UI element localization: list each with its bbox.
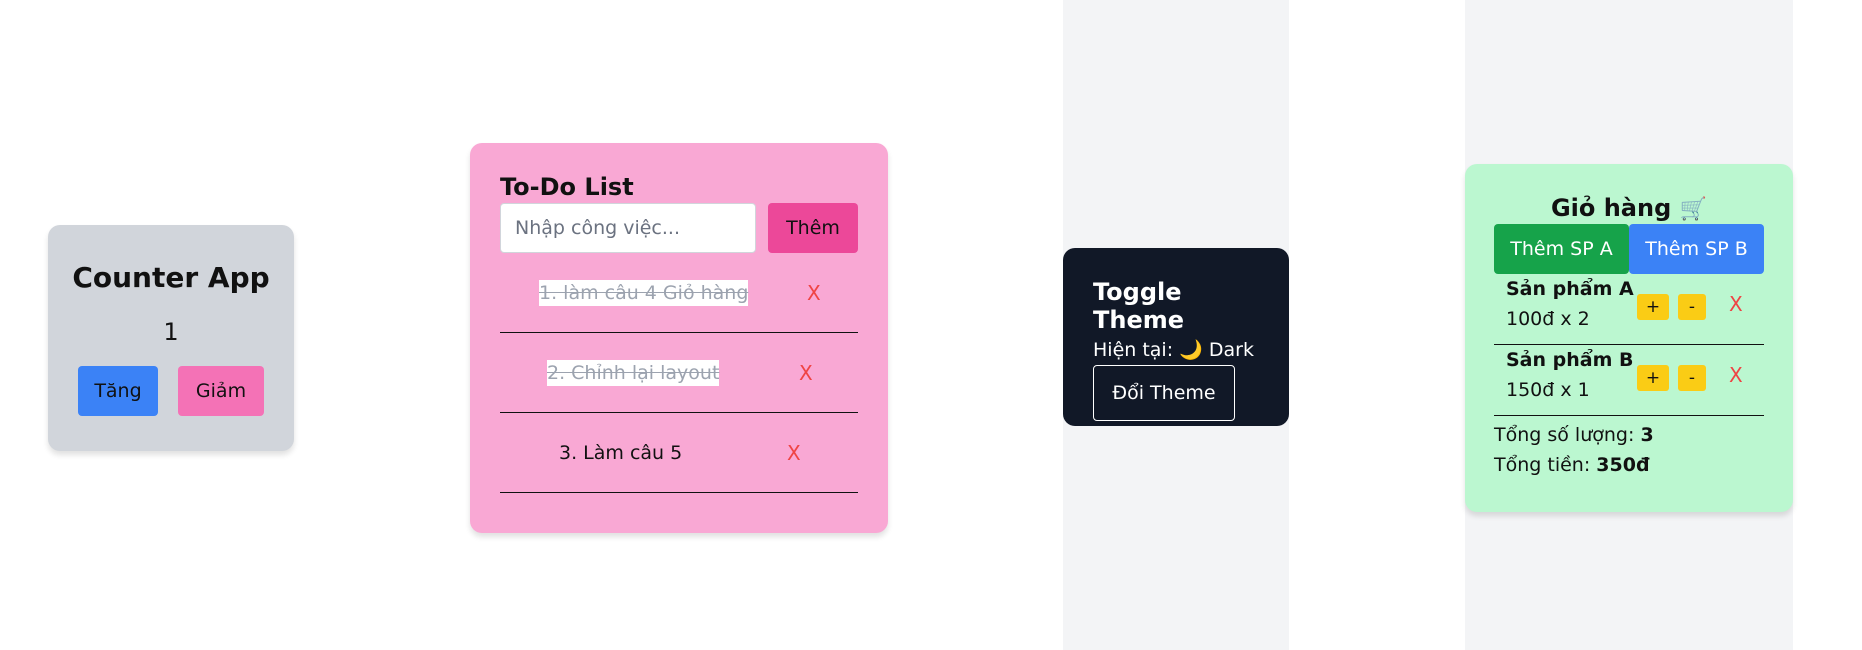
counter-title: Counter App [72,261,270,294]
remove-item-button[interactable]: X [1729,292,1743,316]
increase-button[interactable]: Tăng [78,366,158,416]
current-theme-value: Dark [1208,339,1254,361]
decrease-qty-button[interactable]: - [1678,294,1706,320]
toggle-theme-button[interactable]: Đổi Theme [1093,365,1235,421]
cart-title: Giỏ hàng 🛒 [1494,194,1764,222]
total-quantity-value: 3 [1640,424,1654,446]
cart-item: Sản phẩm A 100đ x 2 + - X [1494,274,1764,345]
delete-todo-button[interactable]: X [807,281,821,305]
current-theme: Hiện tại: 🌙 Dark [1093,338,1259,361]
todo-item-text[interactable]: 1. làm câu 4 Giỏ hàng [539,279,749,306]
todo-item: 1. làm câu 4 Giỏ hàng X [500,253,858,333]
delete-todo-button[interactable]: X [799,361,813,385]
delete-todo-button[interactable]: X [787,441,801,465]
add-product-b-button[interactable]: Thêm SP B [1629,224,1764,274]
total-price: Tổng tiền: 350đ [1494,450,1764,480]
todo-item: 2. Chỉnh lại layout X [500,333,858,413]
total-price-label: Tổng tiền: [1494,454,1591,476]
current-theme-label: Hiện tại: [1093,339,1174,361]
todo-item-text[interactable]: 3. Làm câu 5 [559,442,682,464]
add-product-a-button[interactable]: Thêm SP A [1494,224,1629,274]
increase-qty-button[interactable]: + [1637,294,1669,320]
total-price-value: 350đ [1596,454,1650,476]
cart-item-price: 150đ x 1 [1506,379,1590,401]
decrease-qty-button[interactable]: - [1678,365,1706,391]
total-quantity-label: Tổng số lượng: [1494,424,1635,446]
decrease-button[interactable]: Giảm [178,366,264,416]
counter-card: Counter App 1 Tăng Giảm [48,225,294,451]
cart-totals: Tổng số lượng: 3 Tổng tiền: 350đ [1494,420,1764,480]
cart-card: Giỏ hàng 🛒 Thêm SP A Thêm SP B Sản phẩm … [1465,164,1793,512]
add-todo-button[interactable]: Thêm [768,203,858,253]
cart-item-name: Sản phẩm B [1506,349,1634,371]
cart-item-price: 100đ x 2 [1506,308,1590,330]
shopping-cart-icon: 🛒 [1679,197,1708,222]
cart-title-text: Giỏ hàng [1550,194,1672,222]
todo-item-text[interactable]: 2. Chỉnh lại layout [547,359,720,386]
todo-title: To-Do List [500,173,634,201]
todo-input[interactable] [500,203,756,253]
total-quantity: Tổng số lượng: 3 [1494,420,1764,450]
todo-item: 3. Làm câu 5 X [500,413,858,493]
cart-item-name: Sản phẩm A [1506,278,1634,300]
counter-value: 1 [163,318,179,346]
increase-qty-button[interactable]: + [1637,365,1669,391]
theme-title: Toggle Theme [1093,278,1185,334]
moon-icon: 🌙 [1179,339,1203,361]
theme-card: Toggle Theme Hiện tại: 🌙 Dark Đổi Theme [1063,248,1289,426]
todo-card: To-Do List Thêm 1. làm câu 4 Giỏ hàng X … [470,143,888,533]
remove-item-button[interactable]: X [1729,363,1743,387]
cart-item: Sản phẩm B 150đ x 1 + - X [1494,345,1764,416]
